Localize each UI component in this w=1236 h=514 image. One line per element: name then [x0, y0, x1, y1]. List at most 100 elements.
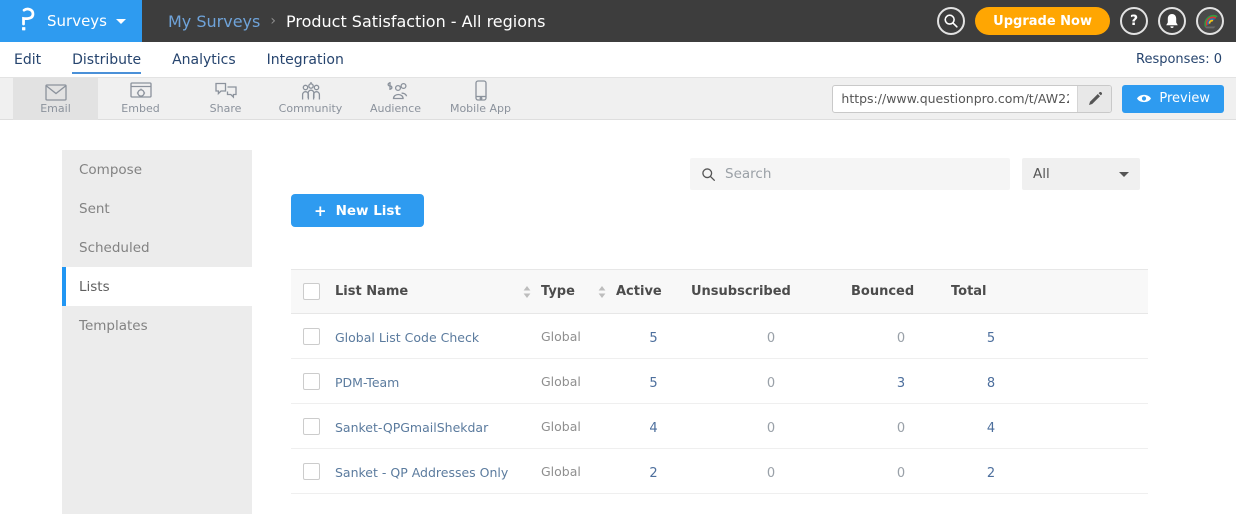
active-count-link[interactable]: 5	[649, 331, 657, 346]
distribute-toolbar: Email Embed Share Community	[0, 78, 1236, 120]
breadcrumb-my-surveys[interactable]: My Surveys	[168, 12, 260, 31]
column-header-bounced: Bounced	[851, 270, 951, 314]
column-header-active: Active	[616, 270, 691, 314]
channel-tabs: Email Embed Share Community	[13, 78, 523, 120]
lists-table: List Name Type Active Unsubscribed Bounc…	[291, 269, 1148, 494]
column-header-type: Type	[541, 284, 575, 299]
topbar-actions: Upgrade Now ?	[937, 7, 1224, 35]
total-count-link[interactable]: 2	[987, 466, 995, 481]
tab-integration[interactable]: Integration	[267, 45, 344, 74]
mobile-app-icon	[475, 82, 487, 101]
bell-icon	[1165, 13, 1179, 29]
edit-url-button[interactable]	[1077, 86, 1111, 112]
help-button[interactable]: ?	[1120, 7, 1148, 35]
sidebar-item-sent[interactable]: Sent	[62, 189, 252, 228]
audience-icon	[384, 82, 408, 101]
list-name-link[interactable]: Sanket-QPGmailShekdar	[335, 420, 488, 435]
select-all-checkbox[interactable]	[303, 283, 320, 300]
channel-tab-label: Community	[279, 103, 343, 115]
search-icon	[943, 13, 959, 29]
page-title: Product Satisfaction - All regions	[286, 12, 546, 31]
sort-icon[interactable]	[523, 286, 531, 298]
list-name-link[interactable]: Global List Code Check	[335, 330, 479, 345]
preview-button[interactable]: Preview	[1122, 85, 1224, 113]
avatar-logo-icon	[1198, 9, 1222, 33]
surveys-menu[interactable]: Surveys	[0, 0, 142, 42]
total-count-link[interactable]: 8	[987, 376, 995, 391]
list-type: Global	[541, 314, 616, 359]
community-icon	[299, 82, 323, 101]
column-header-unsubscribed: Unsubscribed	[691, 270, 851, 314]
channel-tab-email[interactable]: Email	[13, 78, 98, 120]
channel-tab-mobile-app[interactable]: Mobile App	[438, 78, 523, 120]
channel-tab-label: Email	[40, 103, 71, 115]
unsubscribed-count: 0	[767, 376, 775, 391]
table-row: Global List Code Check Global 5 0 0 5	[291, 314, 1148, 359]
list-name-link[interactable]: Sanket - QP Addresses Only	[335, 465, 508, 480]
new-list-button[interactable]: + New List	[291, 194, 424, 227]
sort-icon[interactable]	[598, 286, 606, 298]
sidebar-item-compose[interactable]: Compose	[62, 150, 252, 189]
list-type: Global	[541, 449, 616, 494]
new-list-label: New List	[336, 203, 401, 219]
lists-panel: All + New List List Name	[291, 120, 1148, 494]
channel-tab-label: Audience	[370, 103, 421, 115]
table-row: Sanket-QPGmailShekdar Global 4 0 0 4	[291, 404, 1148, 449]
responses-count: Responses: 0	[1136, 52, 1222, 67]
unsubscribed-count: 0	[767, 421, 775, 436]
search-box	[690, 158, 1010, 190]
filter-row: All	[291, 158, 1148, 190]
toolbar-right: Preview	[832, 85, 1224, 113]
survey-url-input[interactable]	[833, 86, 1077, 112]
column-header-total: Total	[951, 270, 1031, 314]
bounced-count-link[interactable]: 3	[897, 376, 905, 391]
unsubscribed-count: 0	[767, 331, 775, 346]
active-count-link[interactable]: 4	[649, 421, 657, 436]
search-button[interactable]	[937, 7, 965, 35]
survey-nav: Edit Distribute Analytics Integration Re…	[0, 42, 1236, 78]
top-bar: Surveys My Surveys › Product Satisfactio…	[0, 0, 1236, 42]
table-row: Sanket - QP Addresses Only Global 2 0 0 …	[291, 449, 1148, 494]
survey-url-box	[832, 85, 1112, 113]
email-icon	[45, 82, 67, 101]
row-checkbox[interactable]	[303, 418, 320, 435]
active-count-link[interactable]: 2	[649, 466, 657, 481]
channel-tab-label: Mobile App	[450, 103, 511, 115]
bounced-count: 0	[897, 421, 905, 436]
filter-dropdown[interactable]: All	[1022, 158, 1140, 190]
questionpro-logo-icon	[16, 6, 38, 36]
total-count-link[interactable]: 5	[987, 331, 995, 346]
sidebar-item-scheduled[interactable]: Scheduled	[62, 228, 252, 267]
bounced-count: 0	[897, 331, 905, 346]
sidebar-item-lists[interactable]: Lists	[62, 267, 252, 306]
row-checkbox[interactable]	[303, 328, 320, 345]
tab-distribute[interactable]: Distribute	[72, 45, 141, 74]
channel-tab-audience[interactable]: Audience	[353, 78, 438, 120]
upgrade-now-button[interactable]: Upgrade Now	[975, 7, 1110, 35]
list-name-link[interactable]: PDM-Team	[335, 375, 399, 390]
avatar[interactable]	[1196, 7, 1224, 35]
pencil-icon	[1088, 92, 1102, 106]
preview-label: Preview	[1159, 91, 1210, 106]
chevron-down-icon	[1119, 172, 1129, 177]
table-row: PDM-Team Global 5 0 3 8	[291, 359, 1148, 404]
email-sidebar: Compose Sent Scheduled Lists Templates	[62, 150, 252, 514]
column-header-list-name: List Name	[335, 284, 408, 299]
search-input[interactable]	[725, 166, 999, 182]
channel-tab-embed[interactable]: Embed	[98, 78, 183, 120]
sidebar-item-templates[interactable]: Templates	[62, 306, 252, 345]
search-icon	[701, 167, 716, 182]
tab-analytics[interactable]: Analytics	[172, 45, 236, 74]
embed-icon	[130, 82, 152, 101]
help-icon: ?	[1130, 13, 1138, 29]
notifications-button[interactable]	[1158, 7, 1186, 35]
row-checkbox[interactable]	[303, 373, 320, 390]
bounced-count: 0	[897, 466, 905, 481]
list-type: Global	[541, 404, 616, 449]
active-count-link[interactable]: 5	[649, 376, 657, 391]
row-checkbox[interactable]	[303, 463, 320, 480]
channel-tab-share[interactable]: Share	[183, 78, 268, 120]
total-count-link[interactable]: 4	[987, 421, 995, 436]
channel-tab-community[interactable]: Community	[268, 78, 353, 120]
tab-edit[interactable]: Edit	[14, 45, 41, 74]
